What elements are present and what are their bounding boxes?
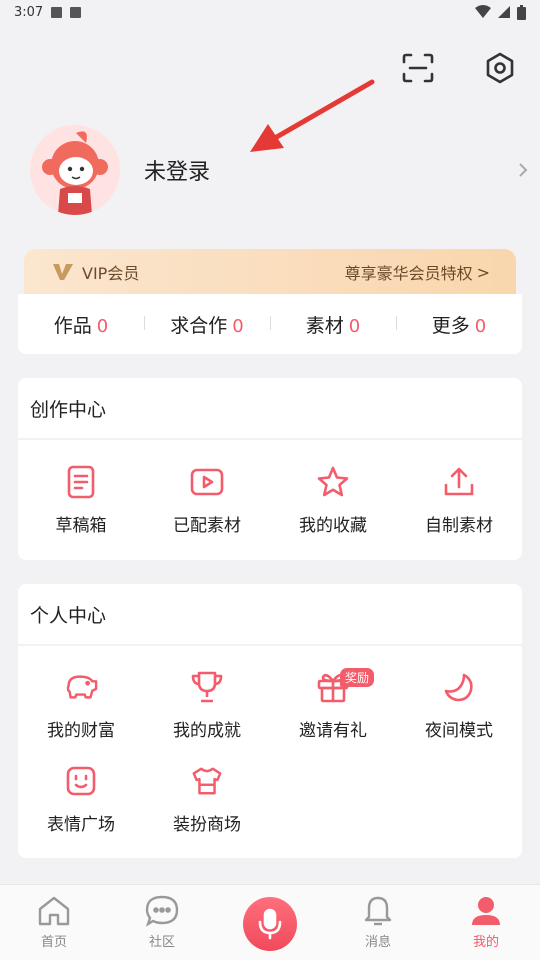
stat-materials[interactable]: 素材 0 (270, 311, 396, 338)
signal-icon (498, 6, 510, 18)
stat-label: 作品 (53, 314, 92, 337)
shirt-icon (192, 766, 222, 795)
self-made-materials-button[interactable]: 自制素材 (396, 453, 522, 547)
grid-item-label: 我的成就 (173, 720, 241, 741)
stat-collaboration[interactable]: 求合作 0 (144, 311, 270, 338)
trophy-icon (191, 671, 223, 702)
avatar[interactable] (30, 125, 120, 215)
grid-item-label: 草稿箱 (55, 515, 107, 536)
stat-value: 0 (474, 315, 487, 337)
stat-value: 0 (232, 315, 244, 337)
stat-label: 求合作 (170, 314, 228, 337)
bottom-tab-bar: 首页 社区 消息 我的 (0, 884, 540, 960)
vip-label: VIP会员 (82, 264, 140, 283)
grid-item-label: 夜间模式 (425, 720, 493, 741)
chat-bubble-icon (145, 895, 179, 927)
status-bar: 3:07 (0, 0, 540, 24)
moon-icon (444, 673, 473, 701)
grid-item-label: 我的财富 (47, 720, 115, 741)
tab-label: 社区 (148, 935, 175, 950)
settings-button[interactable] (482, 50, 518, 86)
grid-item-label: 邀请有礼 (299, 720, 367, 741)
stat-label: 素材 (305, 314, 344, 337)
grid-item-label: 已配素材 (173, 515, 241, 536)
profile-row[interactable]: 未登录 (30, 124, 530, 216)
personal-center-grid: 我的财富 我的成就 奖励 邀请有礼 夜间模式 表情广场 装扮商场 (18, 646, 522, 858)
creation-center-grid: 草稿箱 已配素材 我的收藏 自制素材 (18, 440, 522, 560)
tab-home[interactable]: 首页 (0, 885, 108, 950)
stat-value: 0 (96, 315, 109, 337)
piggy-bank-icon (66, 674, 98, 699)
grid-item-label: 自制素材 (425, 515, 493, 536)
tab-label: 消息 (364, 935, 391, 950)
tab-mine[interactable]: 我的 (432, 885, 540, 950)
app-notification-icon (70, 6, 82, 18)
tab-community[interactable]: 社区 (108, 885, 216, 950)
tab-record[interactable] (216, 885, 324, 951)
grid-item-label: 装扮商场 (173, 814, 241, 835)
tab-label: 首页 (40, 935, 67, 950)
vip-promo-link[interactable]: 尊享豪华会员特权 (345, 260, 473, 284)
vip-promo-chevron: > (476, 262, 490, 282)
vip-crown-icon (53, 264, 73, 280)
tab-messages[interactable]: 消息 (324, 885, 432, 950)
dress-up-mall-button[interactable]: 装扮商场 (144, 752, 270, 846)
wifi-icon (475, 5, 491, 18)
creation-center-title: 创作中心 (18, 378, 522, 438)
my-achievements-button[interactable]: 我的成就 (144, 658, 270, 752)
stat-label: 更多 (431, 314, 470, 337)
grid-item-label: 表情广场 (47, 814, 115, 835)
my-favorites-button[interactable]: 我的收藏 (270, 453, 396, 547)
stat-value: 0 (348, 315, 361, 337)
stats-card: 作品 0 求合作 0 素材 0 更多 0 (18, 294, 522, 354)
chevron-right-icon (519, 163, 528, 177)
matched-materials-button[interactable]: 已配素材 (144, 453, 270, 547)
stat-works[interactable]: 作品 0 (18, 311, 144, 338)
draft-box-button[interactable]: 草稿箱 (18, 453, 144, 547)
settings-hexagon-icon (486, 52, 514, 84)
scan-icon (402, 53, 434, 83)
image-notification-icon (51, 6, 63, 18)
person-icon (472, 897, 500, 925)
monkey-mascot-icon (30, 125, 120, 215)
home-icon (38, 896, 70, 926)
video-play-icon (190, 468, 224, 495)
upload-icon (444, 467, 474, 495)
draft-document-icon (67, 465, 95, 498)
scan-button[interactable] (400, 50, 436, 86)
invite-rewards-button[interactable]: 奖励 邀请有礼 (270, 658, 396, 752)
my-wealth-button[interactable]: 我的财富 (18, 658, 144, 752)
personal-center-title: 个人中心 (18, 584, 522, 644)
status-time: 3:07 (14, 4, 44, 20)
emoji-face-icon (66, 766, 96, 795)
battery-icon (517, 4, 526, 20)
bell-icon (364, 896, 392, 926)
reward-badge: 奖励 (340, 668, 375, 687)
login-status-text[interactable]: 未登录 (144, 154, 210, 186)
record-button[interactable] (243, 897, 297, 951)
microphone-icon (258, 908, 282, 940)
emoji-plaza-button[interactable]: 表情广场 (18, 752, 144, 846)
tab-label: 我的 (472, 935, 499, 950)
night-mode-button[interactable]: 夜间模式 (396, 658, 522, 752)
star-icon (317, 466, 349, 496)
grid-item-label: 我的收藏 (299, 515, 367, 536)
vip-banner[interactable]: VIP会员 尊享豪华会员特权 > (24, 249, 516, 295)
stat-more[interactable]: 更多 0 (396, 311, 522, 338)
